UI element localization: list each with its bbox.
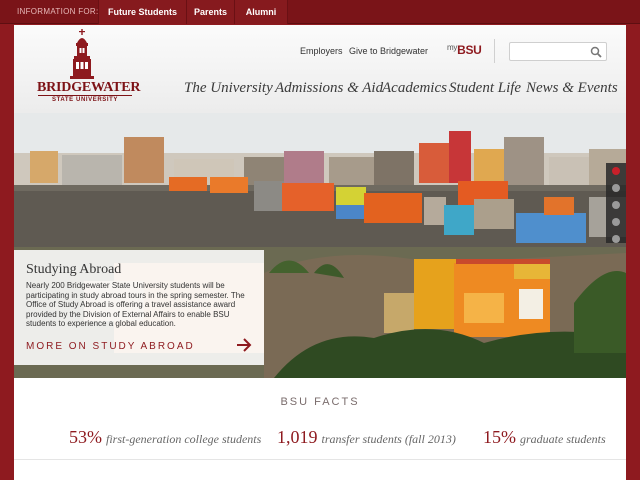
main-panel: BRIDGEWATER STATE UNIVERSITY Employers G…	[14, 25, 626, 480]
facts-title: BSU FACTS	[280, 396, 360, 408]
link-future-students[interactable]: Future Students	[98, 0, 186, 24]
slide-dot[interactable]	[612, 218, 620, 226]
slide-dot[interactable]	[612, 167, 620, 175]
search-input[interactable]	[512, 44, 586, 59]
hero-text: Nearly 200 Bridgewater State University …	[26, 281, 245, 329]
nav-student-life[interactable]: Student Life	[449, 80, 521, 97]
audience-label: INFORMATION FOR:	[17, 7, 99, 16]
search-box	[509, 42, 607, 61]
fact-label: transfer students (fall 2013)	[321, 432, 456, 446]
slide-dot[interactable]	[612, 184, 620, 192]
university-logo[interactable]: BRIDGEWATER STATE UNIVERSITY	[34, 29, 141, 109]
hero-caption: Studying Abroad Nearly 200 Bridgewater S…	[14, 250, 264, 365]
nav-admissions-aid[interactable]: Admissions & Aid	[275, 80, 383, 97]
fact-item: 53% first-generation college students	[69, 427, 261, 448]
slide-dot[interactable]	[612, 235, 620, 243]
more-on-study-abroad-link[interactable]: MORE ON STUDY ABROAD	[26, 341, 195, 352]
logo-rule	[38, 95, 132, 96]
fact-number: 1,019	[277, 427, 318, 447]
slide-pager	[606, 163, 626, 243]
nav-news-events[interactable]: News & Events	[526, 80, 618, 97]
fact-item: 15% graduate students	[483, 427, 606, 448]
fact-item: 1,019 transfer students (fall 2013)	[277, 427, 456, 448]
search-icon[interactable]	[590, 46, 602, 58]
fact-label: first-generation college students	[106, 432, 262, 446]
tower-logo-icon	[70, 29, 94, 79]
hero-slideshow: Studying Abroad Nearly 200 Bridgewater S…	[14, 113, 626, 378]
audience-bar: INFORMATION FOR: Future Students Parents…	[0, 0, 640, 24]
fact-number: 53%	[69, 427, 102, 447]
site-header: BRIDGEWATER STATE UNIVERSITY Employers G…	[14, 25, 626, 113]
mybsu-prefix: my	[447, 43, 458, 52]
arrow-right-icon[interactable]	[236, 338, 252, 352]
nav-academics[interactable]: Academics	[382, 80, 447, 97]
header-separator	[494, 39, 495, 63]
link-employers[interactable]: Employers	[300, 46, 343, 56]
mybsu-link[interactable]: myBSU	[447, 43, 482, 57]
logo-subtitle: STATE UNIVERSITY	[51, 97, 119, 103]
fact-number: 15%	[483, 427, 516, 447]
logo-name: BRIDGEWATER	[37, 80, 141, 95]
link-alumni[interactable]: Alumni	[234, 0, 288, 24]
link-give-to-bridgewater[interactable]: Give to Bridgewater	[349, 46, 428, 56]
nav-the-university[interactable]: The University	[184, 80, 273, 97]
facts-divider	[14, 459, 626, 460]
slide-dot[interactable]	[612, 201, 620, 209]
fact-label: graduate students	[520, 432, 606, 446]
hero-title: Studying Abroad	[26, 262, 122, 277]
link-parents[interactable]: Parents	[186, 0, 234, 24]
mybsu-brand: BSU	[457, 43, 482, 57]
